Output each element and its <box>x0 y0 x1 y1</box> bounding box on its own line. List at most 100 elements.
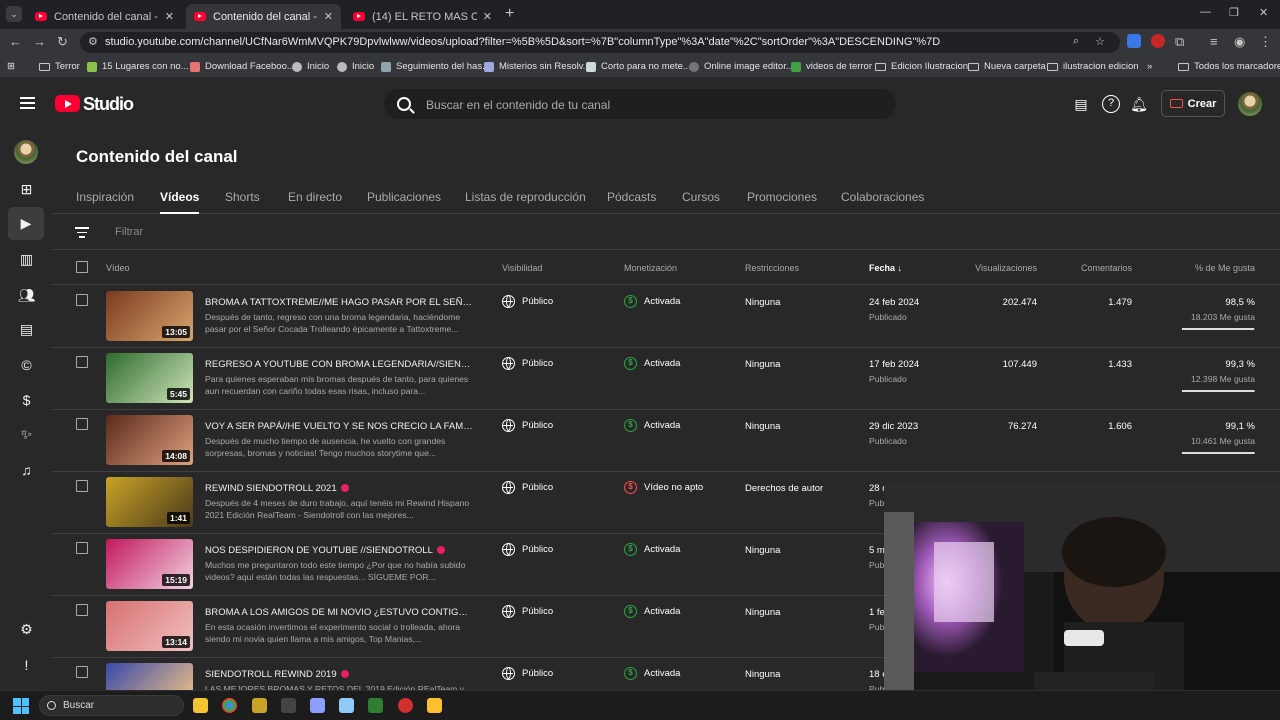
bookmark-item[interactable]: Seguimiento del has... <box>381 61 490 72</box>
app-icon[interactable] <box>427 698 442 713</box>
tab-inspiracion[interactable]: Inspiración <box>76 190 134 204</box>
video-thumbnail[interactable]: 13:14 <box>106 601 193 651</box>
video-row[interactable]: 14:08 VOY A SER PAPÁ//HE VUELTO Y SE NOS … <box>52 410 1280 472</box>
address-bar[interactable]: ⚙ studio.youtube.com/channel/UCfNar6WmMV… <box>80 32 1120 53</box>
channel-search-input[interactable]: Buscar en el contenido de tu canal <box>384 89 896 119</box>
help-icon[interactable]: ? <box>1102 95 1120 113</box>
audio-library-icon[interactable]: ♫ <box>17 460 36 479</box>
all-bookmarks-folder[interactable]: Todos los marcadores <box>1178 61 1280 72</box>
visibility-dropdown[interactable]: Público <box>502 605 553 618</box>
video-title[interactable]: NOS DESPIDIERON DE YOUTUBE //SIENDOTROLL <box>205 545 475 556</box>
bookmark-item[interactable]: Online image editor... <box>689 61 794 72</box>
tab-listas[interactable]: Listas de reproducción <box>465 190 586 204</box>
bookmark-item[interactable]: Terror <box>39 61 80 72</box>
bookmark-item[interactable]: Corto para no mete... <box>586 61 691 72</box>
settings-gear-icon[interactable]: ⚙ <box>17 620 36 639</box>
close-tab-icon[interactable]: ✕ <box>324 10 333 23</box>
bookmark-item[interactable]: Inicio <box>292 61 329 72</box>
content-icon[interactable]: ▶ <box>8 207 44 240</box>
site-info-icon[interactable]: ⚙ <box>88 35 98 48</box>
zoom-icon[interactable]: ⌕ <box>1073 35 1079 48</box>
bookmark-item[interactable]: Misterios sin Resolv... <box>484 61 591 72</box>
subtitles-nav-icon[interactable]: ▤ <box>17 320 36 339</box>
calculator-icon[interactable] <box>339 698 354 713</box>
capcut-icon[interactable] <box>281 698 296 713</box>
filter-icon[interactable] <box>75 227 89 241</box>
hamburger-menu-icon[interactable] <box>20 97 35 109</box>
video-title[interactable]: REGRESO A YOUTUBE CON BROMA LEGENDARIA//… <box>205 359 475 370</box>
video-title[interactable]: SIENDOTROLL REWIND 2019 <box>205 669 475 680</box>
row-checkbox[interactable] <box>76 604 88 616</box>
visibility-dropdown[interactable]: Público <box>502 481 553 494</box>
monetization-status[interactable]: $ Activada <box>624 667 680 680</box>
feedback-icon[interactable]: ! <box>17 655 36 674</box>
channel-avatar[interactable] <box>14 140 38 164</box>
column-views[interactable]: Visualizaciones <box>937 263 1037 273</box>
row-checkbox[interactable] <box>76 294 88 306</box>
forward-icon[interactable]: → <box>33 34 46 50</box>
notifications-bell-icon[interactable]: 🔔︎ <box>1130 95 1148 113</box>
tab-podcasts[interactable]: Pódcasts <box>607 190 656 204</box>
youtube-logo-icon[interactable] <box>55 95 80 112</box>
bookmark-item[interactable]: 15 Lugares con no... <box>87 61 189 72</box>
translate-extension-icon[interactable] <box>1127 34 1141 48</box>
browser-tab-3[interactable]: (14) EL RETO MAS ORIGINAL DE ✕ <box>345 4 500 29</box>
restrictions-value[interactable]: Derechos de autor <box>745 483 823 494</box>
column-date[interactable]: Fecha ↓ <box>869 263 902 273</box>
bookmark-item[interactable]: Inicio <box>337 61 374 72</box>
row-checkbox[interactable] <box>76 666 88 678</box>
monetization-status[interactable]: $ Activada <box>624 357 680 370</box>
video-thumbnail[interactable]: 14:08 <box>106 415 193 465</box>
copyright-icon[interactable]: © <box>17 355 36 374</box>
tab-search-icon[interactable]: ⌄ <box>6 6 22 22</box>
app-icon[interactable] <box>252 698 267 713</box>
analytics-icon[interactable]: ▥ <box>17 250 36 269</box>
row-checkbox[interactable] <box>76 542 88 554</box>
video-title[interactable]: BROMA A TATTOXTREME//ME HAGO PASAR POR E… <box>205 297 475 308</box>
close-tab-icon[interactable]: ✕ <box>483 10 492 23</box>
browser-tab-1[interactable]: Contenido del canal - YouTube ✕ <box>27 4 182 29</box>
monetization-status[interactable]: $ Vídeo no apto <box>624 481 703 494</box>
filter-input[interactable]: Filtrar <box>115 226 143 238</box>
video-row[interactable]: 5:45 REGRESO A YOUTUBE CON BROMA LEGENDAR… <box>52 348 1280 410</box>
video-title[interactable]: VOY A SER PAPÁ//HE VUELTO Y SE NOS CRECI… <box>205 421 475 432</box>
back-icon[interactable]: ← <box>9 34 22 50</box>
dashboard-icon[interactable]: ⊞ <box>17 180 36 199</box>
tab-promociones[interactable]: Promociones <box>747 190 817 204</box>
monetization-status[interactable]: $ Activada <box>624 295 680 308</box>
extensions-puzzle-icon[interactable]: ⧉ <box>1175 34 1184 50</box>
reload-icon[interactable]: ↻ <box>57 34 68 50</box>
select-all-checkbox[interactable] <box>76 261 88 273</box>
taskbar-search-input[interactable]: Buscar <box>39 695 184 716</box>
customization-wand-icon[interactable]: ✨︎ <box>17 425 36 444</box>
visibility-dropdown[interactable]: Público <box>502 295 553 308</box>
subtitles-icon[interactable]: ▤ <box>1072 95 1090 113</box>
menu-kebab-icon[interactable]: ⋮ <box>1259 34 1272 50</box>
close-window-button[interactable]: ✕ <box>1259 6 1268 19</box>
browser-tab-2[interactable]: Contenido del canal - YouTube ✕ <box>186 4 341 29</box>
tab-colaboraciones[interactable]: Colaboraciones <box>841 190 924 204</box>
column-visibility[interactable]: Visibilidad <box>502 263 542 273</box>
windows-start-icon[interactable] <box>13 698 29 714</box>
monetization-status[interactable]: $ Activada <box>624 419 680 432</box>
chrome-icon[interactable] <box>222 698 237 713</box>
column-comments[interactable]: Comentarios <box>1032 263 1132 273</box>
monetization-status[interactable]: $ Activada <box>624 543 680 556</box>
tab-shorts[interactable]: Shorts <box>225 190 260 204</box>
tab-videos[interactable]: Vídeos <box>160 190 200 214</box>
row-checkbox[interactable] <box>76 418 88 430</box>
close-tab-icon[interactable]: ✕ <box>165 10 174 23</box>
video-row[interactable]: 13:05 BROMA A TATTOXTREME//ME HAGO PASAR … <box>52 286 1280 348</box>
visibility-dropdown[interactable]: Público <box>502 543 553 556</box>
tab-cursos[interactable]: Cursos <box>682 190 720 204</box>
bookmark-item[interactable]: Download Faceboo... <box>190 61 295 72</box>
minimize-button[interactable]: — <box>1200 6 1211 18</box>
create-button[interactable]: Crear <box>1161 90 1225 117</box>
apps-grid-icon[interactable]: ⊞ <box>7 61 15 72</box>
studio-logo-text[interactable]: Studio <box>83 94 134 115</box>
row-checkbox[interactable] <box>76 356 88 368</box>
video-thumbnail[interactable]: 5:45 <box>106 353 193 403</box>
video-title[interactable]: REWIND SIENDOTROLL 2021 <box>205 483 475 494</box>
bookmark-star-icon[interactable]: ☆ <box>1095 35 1105 48</box>
column-likes[interactable]: % de Me gusta <box>1155 263 1255 273</box>
